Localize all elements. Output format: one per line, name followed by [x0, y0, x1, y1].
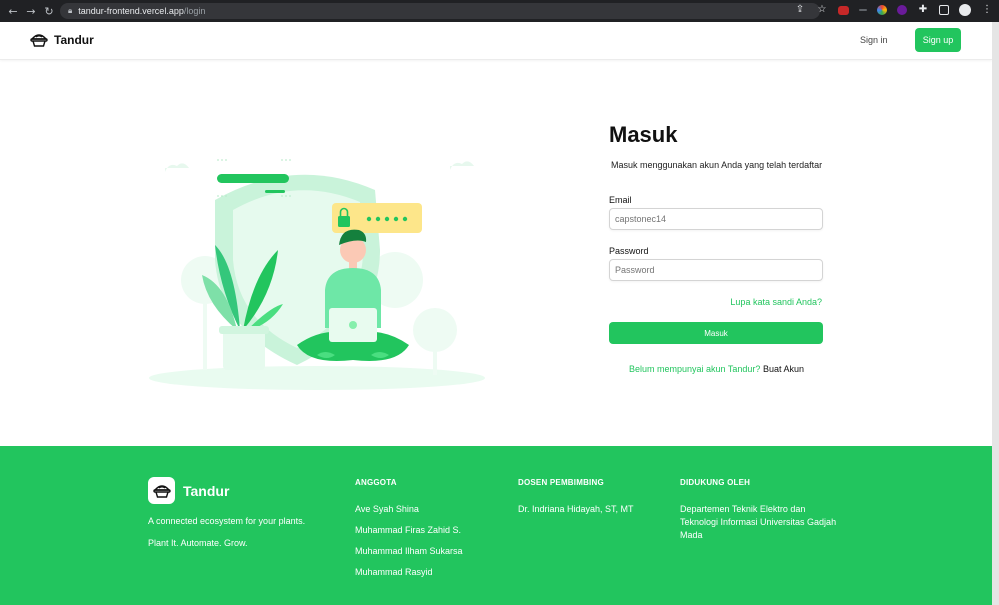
- login-title: Masuk: [609, 122, 678, 147]
- footer-brand[interactable]: Tandur: [148, 477, 229, 504]
- tandur-logo-icon: [152, 484, 171, 498]
- footer-motto: Plant It. Automate. Grow.: [148, 538, 248, 548]
- extension-icon[interactable]: [838, 5, 849, 15]
- anggota-heading: ANGGOTA: [355, 478, 397, 487]
- extension-icon[interactable]: [859, 9, 867, 11]
- page: Tandur Sign in Sign up Masuk Masuk mengg…: [0, 22, 992, 605]
- navbar: Tandur Sign in Sign up: [0, 22, 992, 60]
- dosen-item: Dr. Indriana Hidayah, ST, MT: [518, 504, 634, 514]
- dosen-heading: DOSEN PEMBIMBING: [518, 478, 604, 487]
- brand[interactable]: Tandur: [30, 32, 94, 48]
- page-scrollbar[interactable]: [992, 22, 999, 605]
- email-label: Email: [609, 195, 632, 205]
- login-form: Masuk Masuk menggunakan akun Anda yang t…: [609, 122, 824, 374]
- lock-icon: 🔒︎: [68, 6, 73, 15]
- anggota-column: ANGGOTA Ave Syah Shina Muhammad Firas Za…: [355, 478, 463, 587]
- didukung-column: DIDUKUNG OLEH Departemen Teknik Elektro …: [680, 478, 845, 550]
- extension-icon[interactable]: [877, 5, 887, 15]
- forgot-password-link[interactable]: Lupa kata sandi Anda?: [730, 297, 822, 307]
- anggota-item: Muhammad Rasyid: [355, 567, 433, 578]
- footer-logo: [148, 477, 175, 504]
- signup-button[interactable]: Sign up: [915, 28, 961, 52]
- register-question: Belum mempunyai akun Tandur?: [629, 364, 761, 374]
- anggota-item: Muhammad Firas Zahid S.: [355, 525, 462, 536]
- login-illustration: [149, 159, 485, 390]
- extension-icon[interactable]: [897, 5, 907, 15]
- footer-tagline: A connected ecosystem for your plants.: [148, 516, 306, 526]
- profile-icon[interactable]: [959, 4, 971, 16]
- register-link[interactable]: Buat Akun: [763, 364, 804, 374]
- brand-name: Tandur: [54, 33, 94, 47]
- dosen-column: DOSEN PEMBIMBING Dr. Indriana Hidayah, S…: [518, 478, 634, 524]
- anggota-item: Muhammad Ilham Sukarsa: [355, 546, 463, 557]
- puzzle-icon[interactable]: ✚: [917, 4, 929, 16]
- anggota-item: Ave Syah Shina: [355, 504, 419, 514]
- tandur-logo-icon: [30, 34, 48, 47]
- didukung-item: Departemen Teknik Elektro dan Teknologi …: [680, 504, 837, 541]
- url-path: /login: [183, 6, 206, 16]
- browser-toolbar: ← → ↻ 🔒︎ tandur-frontend.vercel.app/logi…: [0, 0, 999, 22]
- address-bar[interactable]: 🔒︎ tandur-frontend.vercel.app/login: [60, 3, 820, 19]
- reload-icon[interactable]: ↻: [40, 5, 58, 18]
- masuk-button[interactable]: Masuk: [609, 322, 823, 344]
- star-icon[interactable]: ☆: [816, 4, 828, 16]
- forward-icon[interactable]: →: [22, 5, 40, 18]
- signin-link[interactable]: Sign in: [860, 35, 888, 45]
- password-field[interactable]: [609, 259, 823, 281]
- menu-icon[interactable]: ⋮: [981, 4, 993, 16]
- share-icon[interactable]: ⇪: [794, 4, 806, 16]
- login-subtitle: Masuk menggunakan akun Anda yang telah t…: [611, 160, 823, 170]
- url-host: tandur-frontend.vercel.app: [78, 6, 184, 16]
- didukung-heading: DIDUKUNG OLEH: [680, 478, 751, 487]
- back-icon[interactable]: ←: [4, 5, 22, 18]
- footer: Tandur A connected ecosystem for your pl…: [0, 446, 992, 605]
- password-label: Password: [609, 246, 649, 256]
- register-prompt: Belum mempunyai akun Tandur? Buat Akun: [629, 364, 804, 374]
- sidebar-icon[interactable]: [939, 5, 949, 15]
- footer-brand-name: Tandur: [183, 482, 230, 499]
- email-field[interactable]: [609, 208, 823, 230]
